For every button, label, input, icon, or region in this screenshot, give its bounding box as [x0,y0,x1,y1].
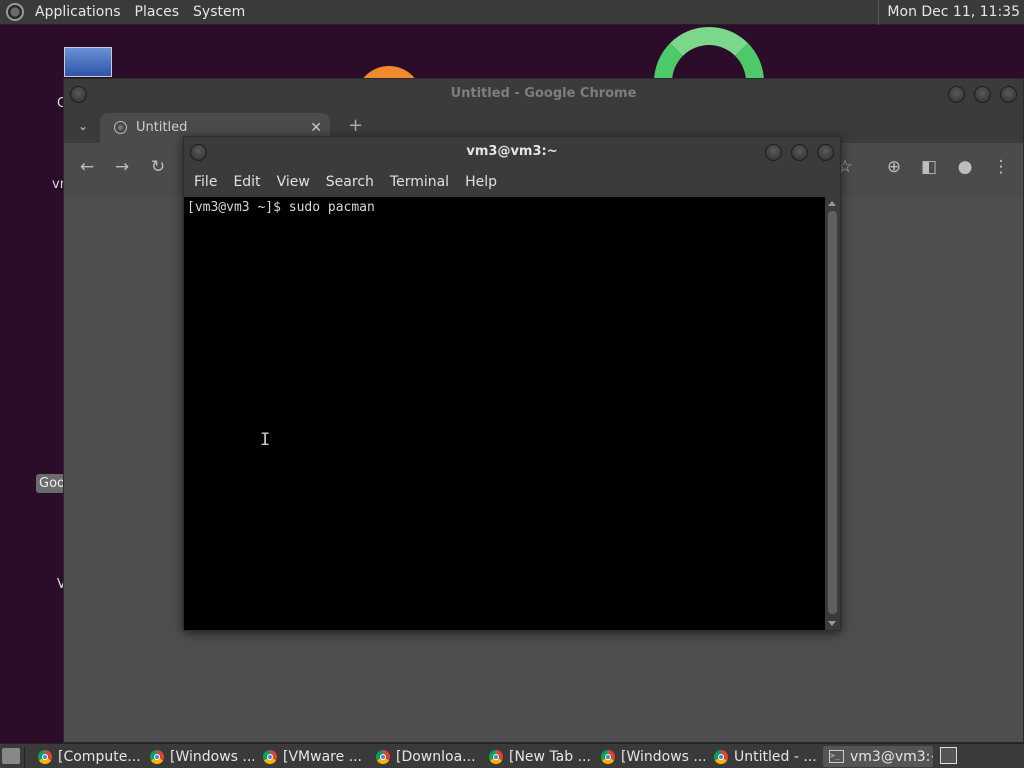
close-button[interactable] [1000,86,1017,103]
chrome-icon [38,749,52,764]
tab-label: Untitled [136,120,188,135]
menu-search[interactable]: Search [318,174,382,190]
terminal-prompt-line: [vm3@vm3 ~]$ sudo pacman [187,200,375,215]
chrome-icon [263,749,277,764]
taskbar-item-windows-2[interactable]: [Windows ... [597,746,705,767]
chrome-icon [376,749,390,764]
maximize-button[interactable] [974,86,991,103]
chrome-titlebar[interactable]: Untitled - Google Chrome [64,79,1023,109]
chrome-icon [150,749,164,764]
text-cursor-icon: I [260,430,271,450]
system-menu[interactable]: System [186,0,252,25]
menu-terminal[interactable]: Terminal [382,174,457,190]
taskbar-item-downloads[interactable]: [Downloa... [372,746,480,767]
back-arrow-icon[interactable]: ← [76,157,98,177]
minimize-button[interactable] [765,144,782,161]
terminal-window-title: vm3@vm3:~ [466,144,558,159]
taskbar-item-label: [Windows ... [621,748,705,765]
terminal-menubar: File Edit View Search Terminal Help [184,167,840,197]
minimize-button[interactable] [948,86,965,103]
download-icon[interactable]: ⊕ [883,157,905,177]
panel-clock[interactable]: Mon Dec 11, 11:35 [878,0,1020,25]
taskbar-item-new-tab[interactable]: [New Tab ... [485,746,593,767]
maximize-button[interactable] [791,144,808,161]
taskbar-item-label: vm3@vm3:~ [850,748,933,765]
reload-icon[interactable]: ↻ [147,157,169,177]
forward-arrow-icon[interactable]: → [111,157,133,177]
terminal-titlebar[interactable]: vm3@vm3:~ [184,137,840,167]
taskbar-separator [24,746,25,767]
scroll-up-arrow-icon[interactable] [828,201,836,206]
taskbar-item-terminal[interactable]: >_ vm3@vm3:~ [823,746,933,767]
desktop-icon-computer[interactable] [64,47,112,77]
profile-icon[interactable]: ● [954,157,976,177]
terminal-window[interactable]: vm3@vm3:~ File Edit View Search Terminal… [183,136,841,631]
menu-view[interactable]: View [269,174,318,190]
globe-icon [114,121,127,134]
taskbar-item-label: [VMware ... [283,748,363,765]
applications-menu[interactable]: Applications [28,0,128,25]
workspace-switcher[interactable] [940,747,957,764]
places-menu[interactable]: Places [128,0,187,25]
distro-logo-icon[interactable] [6,3,24,21]
close-button[interactable] [817,144,834,161]
menu-help[interactable]: Help [457,174,505,190]
taskbar-item-computer[interactable]: [Compute... [34,746,142,767]
chrome-icon [714,749,728,764]
side-panel-icon[interactable]: ◧ [918,157,940,177]
taskbar-item-windows[interactable]: [Windows ... [146,746,254,767]
scrollbar-thumb[interactable] [828,211,837,614]
terminal-output[interactable]: [vm3@vm3 ~]$ sudo pacman [184,197,825,630]
taskbar-item-label: [Windows ... [170,748,254,765]
top-panel: Applications Places System Mon Dec 11, 1… [0,0,1024,25]
menu-edit[interactable]: Edit [225,174,268,190]
terminal-icon: >_ [829,750,844,763]
terminal-scrollbar[interactable] [825,197,840,630]
taskbar: [Compute... [Windows ... [VMware ... [Do… [0,743,1024,768]
taskbar-item-label: [Downloa... [396,748,476,765]
taskbar-item-label: Untitled - ... [734,748,817,765]
chrome-icon [601,749,615,764]
taskbar-item-label: [Compute... [58,748,141,765]
chrome-icon [489,749,503,764]
taskbar-item-label: [New Tab ... [509,748,591,765]
menu-file[interactable]: File [186,174,225,190]
more-menu-icon[interactable]: ⋮ [990,157,1012,177]
scroll-down-arrow-icon[interactable] [828,621,836,626]
tab-search-chevron-icon[interactable]: ⌄ [78,111,88,141]
chrome-window-title: Untitled - Google Chrome [450,86,637,101]
taskbar-item-vmware[interactable]: [VMware ... [259,746,367,767]
show-desktop-icon[interactable] [2,748,20,764]
taskbar-item-untitled-chrome[interactable]: Untitled - ... [710,746,818,767]
